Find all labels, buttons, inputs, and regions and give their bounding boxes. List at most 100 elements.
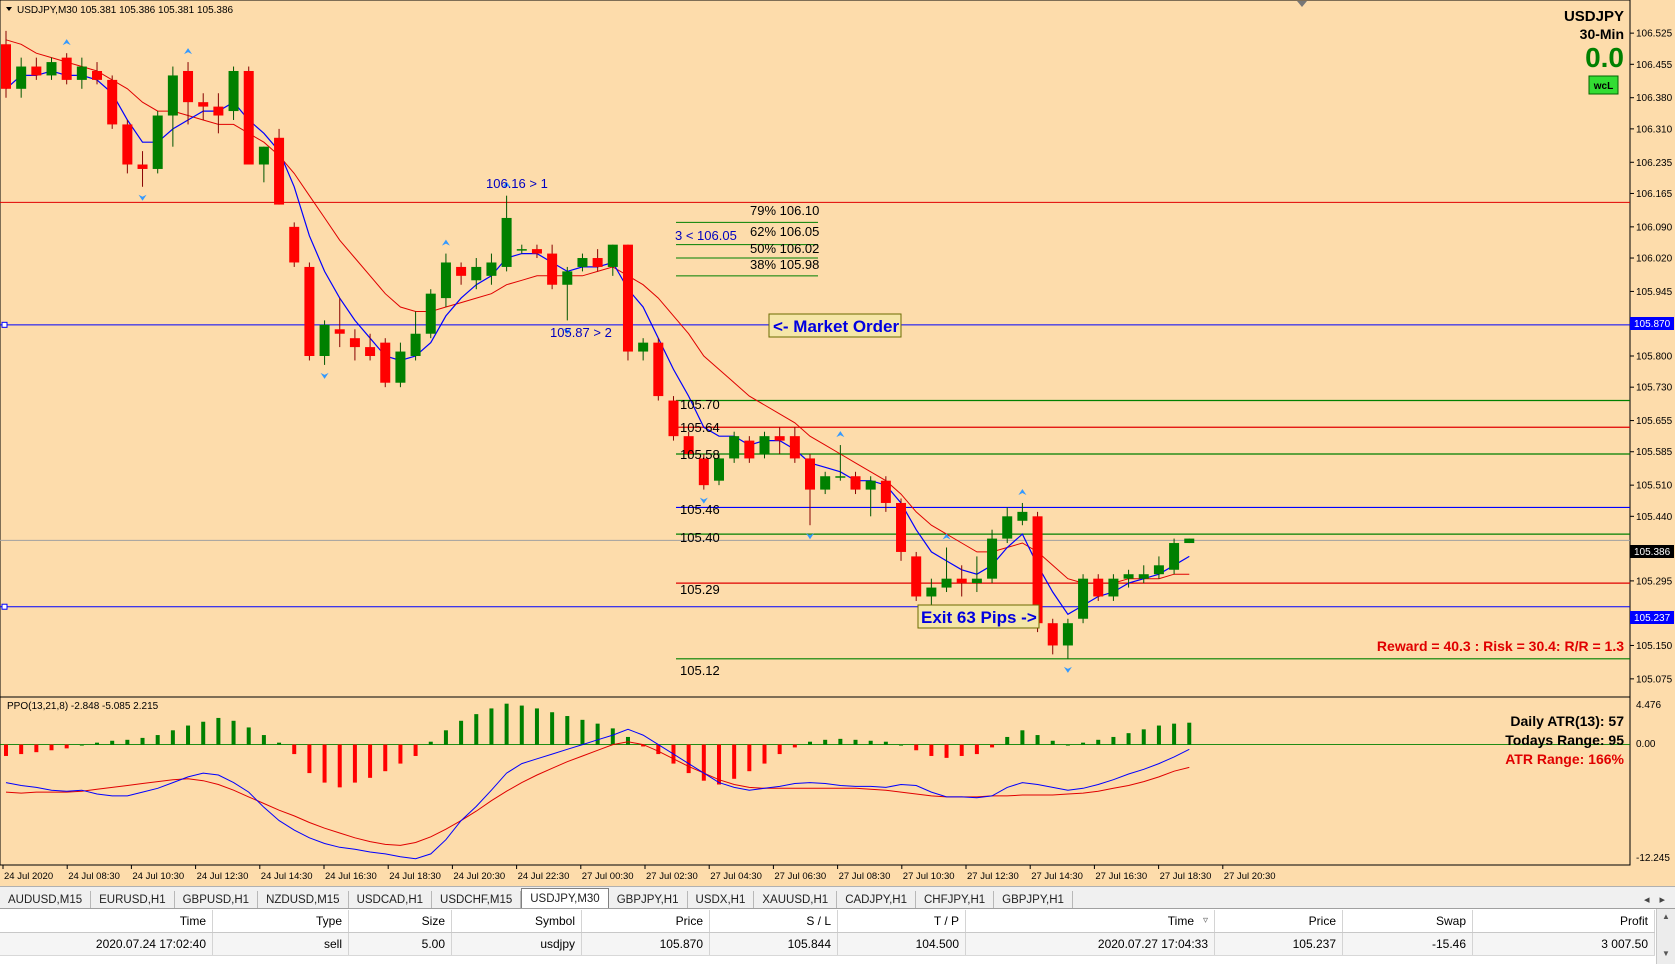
header-type[interactable]: Type [213, 910, 349, 932]
candle-body [1123, 574, 1134, 579]
time-axis-label: 27 Jul 02:30 [646, 871, 698, 882]
tab-usdcad-h1[interactable]: USDCAD,H1 [349, 891, 433, 909]
ppo-histogram-bar [322, 744, 327, 783]
ppo-histogram-bar [686, 744, 691, 774]
tab-xauusd-h1[interactable]: XAUUSD,H1 [754, 891, 838, 909]
ppo-histogram-bar [1035, 735, 1040, 745]
ppo-histogram-bar [398, 744, 403, 764]
header-swap[interactable]: Swap [1343, 910, 1473, 932]
time-axis-label: 27 Jul 08:30 [839, 871, 891, 882]
panel-scrollbar[interactable]: ▲ ▼ [1656, 909, 1675, 964]
candle-body [668, 400, 679, 437]
time-axis-label: 27 Jul 12:30 [967, 871, 1019, 882]
ppo-histogram-bar [868, 740, 873, 745]
chart-window[interactable]: 106.525 106.455 106.380 106.310 106.235 106.1… [0, 0, 1675, 886]
candle-body [228, 70, 239, 112]
ppo-histogram-bar [216, 717, 221, 745]
trade-row[interactable]: 2020.07.24 17:02:40 sell 5.00 usdjpy 105… [0, 933, 1655, 956]
ppo-histogram-bar [899, 744, 904, 746]
indicator-title: PPO(13,21,8) -2.848 -5.085 2.215 [7, 701, 159, 712]
ppo-histogram-bar [95, 742, 100, 745]
current-price-tag-text: 105.386 [1634, 547, 1671, 558]
candle-body [759, 436, 770, 454]
market-order-label: <- Market Order [773, 317, 900, 336]
candle-body [486, 262, 497, 276]
scroll-down-icon[interactable]: ▼ [1662, 949, 1670, 958]
tab-chfjpy-h1[interactable]: CHFJPY,H1 [916, 891, 995, 909]
candle-body [1169, 543, 1180, 570]
swing-low-label: 105.87 > 2 [550, 325, 612, 340]
ppo-histogram-bar [1065, 744, 1070, 746]
candle-body [440, 262, 451, 299]
tabs-scroll-left-icon[interactable]: ◂ [1644, 891, 1650, 909]
fib-label-79: 79% 106.10 [750, 203, 819, 218]
header-close-price[interactable]: Price [1215, 910, 1343, 932]
time-axis-label: 27 Jul 06:30 [774, 871, 826, 882]
tab-cadjpy-h1[interactable]: CADJPY,H1 [837, 891, 916, 909]
header-size[interactable]: Size [349, 910, 452, 932]
ppo-histogram-bar [1005, 736, 1010, 745]
ppo-histogram-bar [125, 739, 130, 745]
time-axis-label: 27 Jul 14:30 [1031, 871, 1083, 882]
trade-open-time: 2020.07.24 17:02:40 [0, 933, 213, 955]
tab-usdjpy-m30[interactable]: USDJPY,M30 [521, 888, 609, 909]
price-axis-label: 105.510 [1636, 481, 1673, 492]
ppo-histogram-bar [610, 728, 615, 745]
header-open-price[interactable]: Price [582, 910, 710, 932]
sr-level-label: 105.12 [680, 663, 720, 678]
candle-body [395, 351, 406, 383]
header-close-time[interactable]: Time ▿ [966, 910, 1215, 932]
timeframe-label: 30-Min [1580, 26, 1624, 42]
tab-gbpusd-h1[interactable]: GBPUSD,H1 [175, 891, 259, 909]
ppo-histogram-bar [49, 744, 54, 751]
tab-audusd-m15[interactable]: AUDUSD,M15 [0, 891, 92, 909]
price-chart[interactable]: 106.525 106.455 106.380 106.310 106.235 106.1… [0, 0, 1675, 886]
candle-body [107, 79, 118, 125]
price-axis-label: 106.165 [1636, 189, 1673, 200]
ppo-histogram-bar [186, 725, 191, 745]
candle-body [622, 244, 633, 352]
header-symbol[interactable]: Symbol [452, 910, 582, 932]
ppo-histogram-bar [929, 744, 934, 756]
price-axis-label: 105.075 [1636, 674, 1673, 685]
time-axis-label: 27 Jul 10:30 [903, 871, 955, 882]
candle-body [61, 57, 72, 80]
trade-close-time: 2020.07.27 17:04:33 [966, 933, 1215, 955]
header-profit[interactable]: Profit [1473, 910, 1655, 932]
candle-body [92, 70, 103, 80]
tab-gbpjpy-h1[interactable]: GBPJPY,H1 [609, 891, 688, 909]
ppo-histogram-bar [974, 744, 979, 755]
header-close-time-label: Time [1167, 914, 1194, 928]
tab-eurusd-h1[interactable]: EURUSD,H1 [91, 891, 175, 909]
ppo-histogram-bar [19, 744, 24, 755]
candle-body [380, 342, 391, 383]
ppo-histogram-bar [701, 744, 706, 781]
candle-body [820, 476, 831, 490]
header-tp[interactable]: T / P [838, 910, 966, 932]
header-open-time[interactable]: Time [0, 910, 213, 932]
tabs-scroll-right-icon[interactable]: ▸ [1659, 891, 1665, 909]
header-sl[interactable]: S / L [710, 910, 838, 932]
price-axis-label: 105.800 [1636, 352, 1673, 363]
candle-body [213, 106, 224, 116]
ppo-histogram-bar [292, 744, 297, 755]
tab-usdx-h1[interactable]: USDX,H1 [688, 891, 755, 909]
price-axis-label: 105.945 [1636, 287, 1673, 298]
time-axis-label: 24 Jul 20:30 [453, 871, 505, 882]
entry-price-line-handle[interactable] [1, 321, 8, 328]
candle-body [850, 476, 861, 490]
candle-body [471, 266, 482, 281]
tab-usdchf-m15[interactable]: USDCHF,M15 [432, 891, 522, 909]
ppo-histogram-bar [64, 744, 69, 749]
tab-nzdusd-m15[interactable]: NZDUSD,M15 [258, 891, 349, 909]
tab-gbpjpy-h1-2[interactable]: GBPJPY,H1 [994, 891, 1073, 909]
ppo-histogram-bar [201, 721, 206, 745]
sr-level-label: 105.29 [680, 582, 720, 597]
candle-body [1047, 623, 1058, 646]
candle-body [1108, 578, 1119, 597]
candle-body [516, 249, 527, 251]
fib-level-labels: 79% 106.10 62% 106.05 50% 106.02 38% 105… [750, 203, 819, 272]
candle-body [835, 476, 846, 478]
scroll-up-icon[interactable]: ▲ [1662, 912, 1670, 921]
exit-price-line-handle[interactable] [1, 603, 8, 610]
